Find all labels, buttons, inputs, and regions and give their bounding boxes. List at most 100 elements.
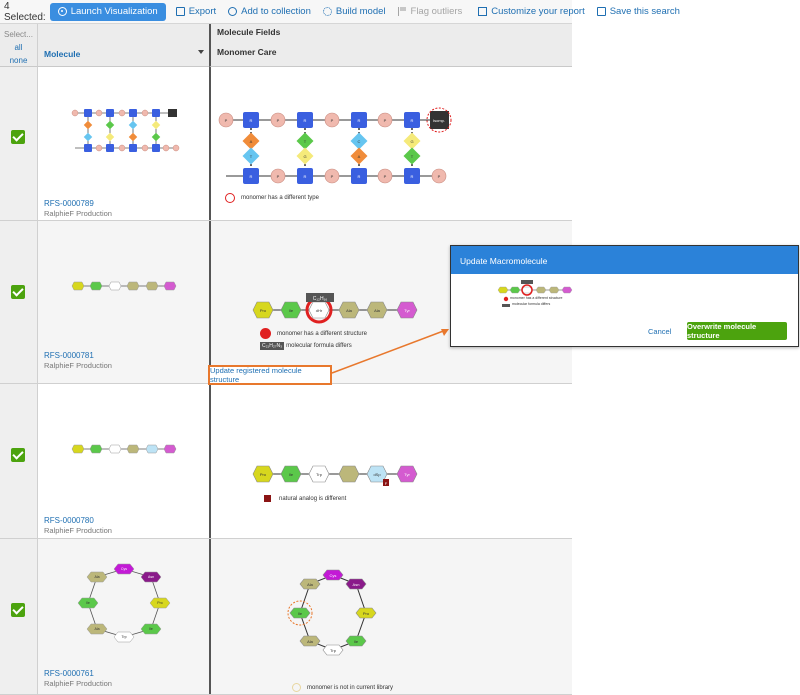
add-collection-label: Add to collection [241, 6, 311, 17]
molecule-id-link[interactable]: RFS-0000789 [44, 199, 94, 208]
molecule-id-link[interactable]: RFS-0000781 [44, 351, 94, 360]
sort-dropdown-icon[interactable] [198, 50, 204, 54]
node-label: Pro [363, 611, 370, 616]
node-label: R [250, 118, 253, 123]
node-label: Tyr [404, 472, 410, 477]
node-label: P [277, 118, 280, 123]
select-all-link[interactable]: all [0, 41, 37, 54]
dialog-title: Update Macromolecule [451, 246, 798, 274]
build-model-button[interactable]: Build model [317, 3, 392, 21]
node-label: G [303, 154, 306, 159]
add-to-collection-button[interactable]: Add to collection [222, 3, 317, 21]
legend-text: molecular formula differs [286, 343, 352, 349]
select-label: Select... [4, 30, 33, 39]
node-label: R [411, 174, 414, 179]
update-registered-structure-link[interactable]: Update registered molecule structure [208, 365, 332, 385]
node-label: Pro [260, 308, 267, 313]
flag-outliers-button[interactable]: Flag outliers [392, 3, 469, 21]
node-label: P [384, 174, 387, 179]
molecule-id-link[interactable]: RFS-0000780 [44, 516, 94, 525]
row-checkbox[interactable] [11, 130, 25, 144]
dialog-legend-formula: molecular formula differs [512, 302, 551, 306]
select-none-link[interactable]: none [0, 54, 37, 67]
launch-label: Launch Visualization [70, 6, 158, 17]
export-label: Export [188, 6, 217, 17]
row-checkbox[interactable] [11, 285, 25, 299]
row-select-cell [0, 539, 37, 694]
cyclic-peptide-thumbnail: Cys Asn Pro Ile Trp Ala Ile Ala [77, 563, 171, 643]
fields-cell: P P P P P P P P R R R R R R R R Isomp. A… [209, 67, 572, 220]
customize-report-button[interactable]: Customize your report [472, 3, 590, 21]
fields-cell: Pro Ile Trp dSp F Tyr natural analog is … [209, 384, 572, 538]
node-label: C [358, 139, 361, 144]
node-label: P [225, 118, 228, 123]
node-label: R [304, 174, 307, 179]
node-label: P [438, 174, 441, 179]
report-icon [478, 7, 488, 16]
dialog-legend-structure: monomer has a different structure [510, 296, 563, 300]
cyclic-peptide-detail-structure: Cys Asn Pro Ile Trp Ala Ile Ala [287, 569, 377, 656]
peptide-thumbnail [71, 444, 177, 454]
fields-cell: Cys Asn Pro Ile Trp Ala Ile Ala monomer … [209, 539, 572, 694]
table-row: RFS-0000789 RalphieF Production P P P P … [0, 67, 572, 221]
formula-tag: C₂₁H₂₇N₃ [260, 342, 285, 350]
export-button[interactable]: Export [170, 3, 222, 21]
save-icon [596, 7, 606, 16]
cancel-button[interactable]: Cancel [648, 327, 671, 336]
legend-text: monomer is not in current library [307, 684, 394, 691]
row-checkbox[interactable] [11, 448, 25, 462]
table-row: RFS-0000780 RalphieF Production Pro Ile [0, 384, 572, 539]
legend-dot-icon [260, 328, 271, 339]
molecule-source: RalphieF Production [44, 679, 112, 688]
node-label: P [277, 174, 280, 179]
build-model-label: Build model [335, 6, 386, 17]
node-label: Trp [330, 648, 337, 653]
node-label: Ala [94, 627, 99, 631]
legend-not-in-library: monomer is not in current library [292, 683, 393, 692]
selected-count: 4 Selected: [4, 0, 46, 23]
peptide-thumbnail [71, 281, 177, 291]
visualization-icon [57, 7, 67, 16]
row-select-cell [0, 221, 37, 383]
model-icon [322, 7, 332, 16]
node-label: R [304, 118, 307, 123]
node-label: Ala [307, 639, 314, 644]
node-label: A [358, 154, 361, 159]
overwrite-structure-button[interactable]: Overwrite molecule structure [687, 322, 787, 340]
launch-visualization-button[interactable]: Launch Visualization [49, 2, 166, 21]
node-label: G [410, 139, 413, 144]
node-label: Ala [346, 308, 353, 313]
flag-icon [397, 7, 407, 16]
molecule-fields-header: Molecule Fields Monomer Care [209, 24, 572, 67]
collection-icon [228, 7, 238, 16]
node-label: R [250, 174, 253, 179]
legend-different-structure: monomer has a different structure [260, 328, 367, 339]
special-monomer-label: Isomp. [433, 118, 445, 123]
node-label: Pro [157, 601, 163, 605]
molecule-column-header[interactable]: Molecule [37, 24, 209, 67]
table-row: Cys Asn Pro Ile Trp Ala Ile Ala RFS-0000… [0, 539, 572, 695]
molecule-source: RalphieF Production [44, 526, 112, 535]
molecule-cell: RFS-0000781 RalphieF Production [37, 221, 209, 383]
node-label: P [384, 118, 387, 123]
node-label: Trp [121, 635, 126, 639]
save-search-label: Save this search [609, 6, 680, 17]
molecule-cell: Cys Asn Pro Ile Trp Ala Ile Ala RFS-0000… [37, 539, 209, 694]
flag-outliers-label: Flag outliers [410, 6, 463, 17]
export-icon [175, 7, 185, 16]
node-label: Ile [86, 601, 90, 605]
node-label: Asn [353, 582, 360, 587]
dialog-structure-preview [497, 280, 573, 307]
peptide-detail-structure: Pro Ile Trp dSp F Tyr [252, 465, 418, 486]
molecule-source: RalphieF Production [44, 361, 112, 370]
row-select-cell [0, 67, 37, 220]
row-checkbox[interactable] [11, 603, 25, 617]
node-label: R [358, 118, 361, 123]
fields-title: Molecule Fields [217, 27, 281, 37]
node-label: Asn [148, 575, 154, 579]
molecule-id-link[interactable]: RFS-0000761 [44, 669, 94, 678]
node-label: R [411, 118, 414, 123]
save-search-button[interactable]: Save this search [591, 3, 686, 21]
node-label: Pro [260, 472, 267, 477]
legend-text: monomer has a different type [241, 195, 319, 201]
